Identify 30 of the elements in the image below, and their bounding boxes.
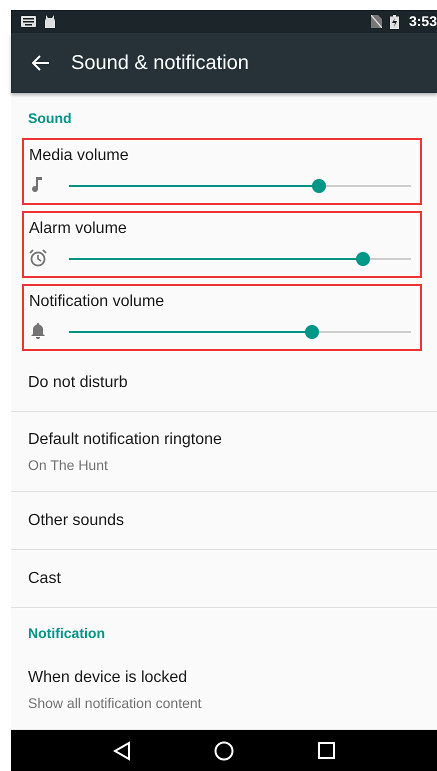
- toolbar-title: Sound & notification: [71, 51, 249, 76]
- setting-title[interactable]: Other sounds: [28, 508, 124, 532]
- section-header: Sound: [28, 109, 72, 128]
- no-sim-icon: [370, 15, 382, 28]
- slider-thumb[interactable]: [356, 252, 370, 266]
- slider-thumb[interactable]: [312, 178, 326, 192]
- setting-title: Alarm volume: [29, 219, 127, 239]
- alarm-clock-icon: [29, 249, 47, 268]
- setting-title[interactable]: Do not disturb: [28, 370, 128, 394]
- back-icon[interactable]: [32, 55, 50, 71]
- recents-nav-icon[interactable]: [318, 742, 336, 759]
- setting-summary: On The Hunt: [28, 456, 108, 474]
- back-nav-icon[interactable]: [112, 740, 131, 760]
- setting-title: Notification volume: [29, 292, 164, 312]
- setting-title: Media volume: [29, 146, 129, 166]
- slider-thumb[interactable]: [304, 324, 319, 338]
- volume-slider[interactable]: [69, 324, 411, 338]
- setting-title[interactable]: Default notification ringtone: [28, 428, 222, 452]
- keyboard-icon: [21, 16, 36, 27]
- android-icon: [44, 15, 56, 28]
- setting-summary: Show all notification content: [28, 694, 202, 712]
- section-header: Notification: [28, 624, 105, 643]
- home-nav-icon[interactable]: [214, 740, 234, 760]
- battery-charging-icon: [390, 14, 399, 28]
- setting-title[interactable]: When device is locked: [28, 666, 188, 690]
- volume-slider[interactable]: [69, 252, 411, 266]
- setting-title[interactable]: Cast: [28, 566, 61, 590]
- bell-icon: [29, 322, 47, 341]
- status-time: 3:53: [408, 12, 437, 31]
- volume-slider[interactable]: [69, 178, 411, 192]
